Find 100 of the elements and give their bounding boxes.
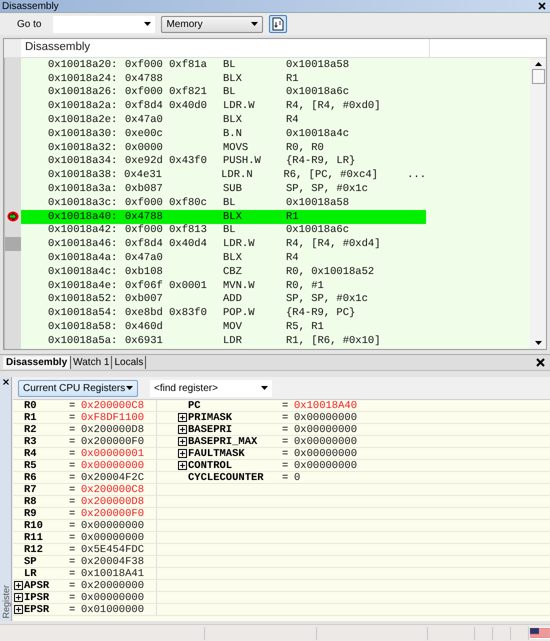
- expand-icon[interactable]: [178, 413, 187, 422]
- close-icon[interactable]: [2, 379, 8, 385]
- mnemonic: BLX: [223, 210, 243, 223]
- caret-icon: [126, 386, 133, 390]
- register-name: EPSR: [24, 604, 50, 616]
- mnemonic: B.N: [223, 128, 243, 140]
- operands: R4: [286, 114, 300, 126]
- equals-sign: =: [69, 424, 76, 436]
- scroll-up-icon[interactable]: [534, 62, 542, 66]
- address: 0x10018a24:: [48, 72, 118, 85]
- operands: R4, [R4, #0xd4]: [286, 238, 382, 250]
- opcode: 0x460d: [125, 321, 164, 334]
- operands: R6, [PC, #0xc4]: [283, 169, 379, 182]
- register-value: 0x10018A40: [294, 400, 358, 412]
- address: 0x10018a34:: [48, 155, 118, 168]
- operands: SP, SP, #0x1c: [286, 293, 369, 306]
- scroll-down-icon[interactable]: [534, 341, 542, 345]
- expand-icon[interactable]: [14, 605, 23, 614]
- operands: 0x10018a4c: [286, 128, 350, 140]
- side-tab[interactable]: Register: [0, 585, 10, 619]
- register-value: 0x00000000: [294, 448, 358, 460]
- address: 0x10018a3a:: [48, 183, 118, 196]
- mnemonic: BL: [223, 58, 237, 71]
- address: 0x10018a4c:: [48, 266, 118, 278]
- operands: 0x10018a6c: [286, 224, 350, 236]
- flag-icon: [530, 628, 550, 638]
- register-name: R11: [24, 532, 44, 544]
- close-icon[interactable]: [536, 358, 545, 367]
- dropdown-caret-icon[interactable]: [260, 386, 268, 390]
- comment: ...: [407, 169, 426, 182]
- opcode: 0xf000 0xf821: [125, 86, 208, 98]
- expand-icon[interactable]: [178, 461, 187, 470]
- address: 0x10018a52:: [48, 293, 118, 306]
- register-name: CYCLECOUNTER: [188, 472, 265, 484]
- scrollbar[interactable]: [530, 58, 546, 349]
- register-group-dropdown[interactable]: Current CPU Registers: [18, 380, 138, 396]
- address: 0x10018a38:: [48, 169, 118, 182]
- address: 0x10018a20:: [48, 58, 118, 71]
- opcode: 0xb007: [125, 293, 164, 306]
- equals-sign: =: [69, 532, 76, 544]
- address: 0x10018a2a:: [48, 100, 118, 112]
- expand-icon[interactable]: [178, 449, 187, 458]
- register-name: R4: [24, 448, 38, 460]
- register-name: BASEPRI: [188, 424, 234, 436]
- mnemonic: SUB: [223, 183, 243, 196]
- opcode: 0xb108: [125, 266, 164, 278]
- memory-dropdown[interactable]: Memory: [161, 16, 264, 32]
- equals-sign: =: [69, 460, 76, 472]
- document-button[interactable]: [269, 15, 288, 33]
- operands: R4, [R4, #0xd0]: [286, 100, 382, 112]
- tab[interactable]: Disassembly: [3, 356, 72, 369]
- tab[interactable]: Locals: [112, 356, 146, 369]
- operands: R1, [R6, #0x10]: [286, 334, 382, 347]
- equals-sign: =: [69, 568, 76, 580]
- expand-icon[interactable]: [178, 425, 187, 434]
- mnemonic: LDR.W: [223, 100, 256, 112]
- register-name: APSR: [24, 580, 50, 592]
- equals-sign: =: [69, 472, 76, 484]
- register-name: IPSR: [24, 592, 50, 604]
- opcode: 0x4e31: [124, 169, 163, 182]
- register-value: 0x200000C8: [81, 400, 144, 412]
- mnemonic: BLX: [223, 72, 243, 85]
- operands: R0, R0: [286, 142, 325, 154]
- expand-icon[interactable]: [14, 593, 23, 602]
- register-value: 0x5E454FDC: [81, 544, 144, 556]
- operands: 0x10018a58: [286, 196, 350, 209]
- register-value: 0x20004F38: [81, 556, 144, 568]
- register-name: R0: [24, 400, 38, 412]
- gutter-header: [4, 39, 21, 57]
- expand-icon[interactable]: [14, 581, 23, 590]
- register-name: R7: [24, 484, 38, 496]
- tab[interactable]: Watch 1: [71, 356, 112, 369]
- equals-sign: =: [69, 484, 76, 496]
- register-name: R6: [24, 472, 38, 484]
- opcode: 0x4788: [125, 210, 164, 223]
- equals-sign: =: [282, 460, 290, 472]
- equals-sign: =: [69, 556, 76, 568]
- address: 0x10018a46:: [48, 238, 118, 250]
- equals-sign: =: [282, 472, 290, 484]
- register-name: R3: [24, 436, 38, 448]
- operands: R4: [286, 252, 300, 264]
- scrollbar-thumb[interactable]: [532, 69, 544, 84]
- register-name: FAULTMASK: [188, 448, 246, 460]
- expand-icon[interactable]: [178, 437, 187, 446]
- mnemonic: LDR.W: [223, 238, 256, 250]
- opcode: 0x47a0: [125, 114, 164, 126]
- find-register-field[interactable]: <find register>: [150, 380, 256, 396]
- opcode: 0x4788: [125, 72, 164, 85]
- register-name: R10: [24, 520, 44, 532]
- address: 0x10018a26:: [48, 86, 118, 98]
- opcode: 0xf06f 0x0001: [125, 280, 208, 292]
- register-name: SP: [24, 556, 38, 568]
- operands: R1: [286, 210, 300, 223]
- equals-sign: =: [69, 400, 76, 412]
- opcode: 0xe00c: [125, 128, 164, 140]
- close-icon[interactable]: [538, 2, 546, 10]
- mnemonic: BL: [223, 196, 237, 209]
- register-name: PRIMASK: [188, 412, 234, 424]
- operands: {R4-R9, LR}: [286, 155, 356, 168]
- opcode: 0xf000 0xf813: [125, 224, 208, 236]
